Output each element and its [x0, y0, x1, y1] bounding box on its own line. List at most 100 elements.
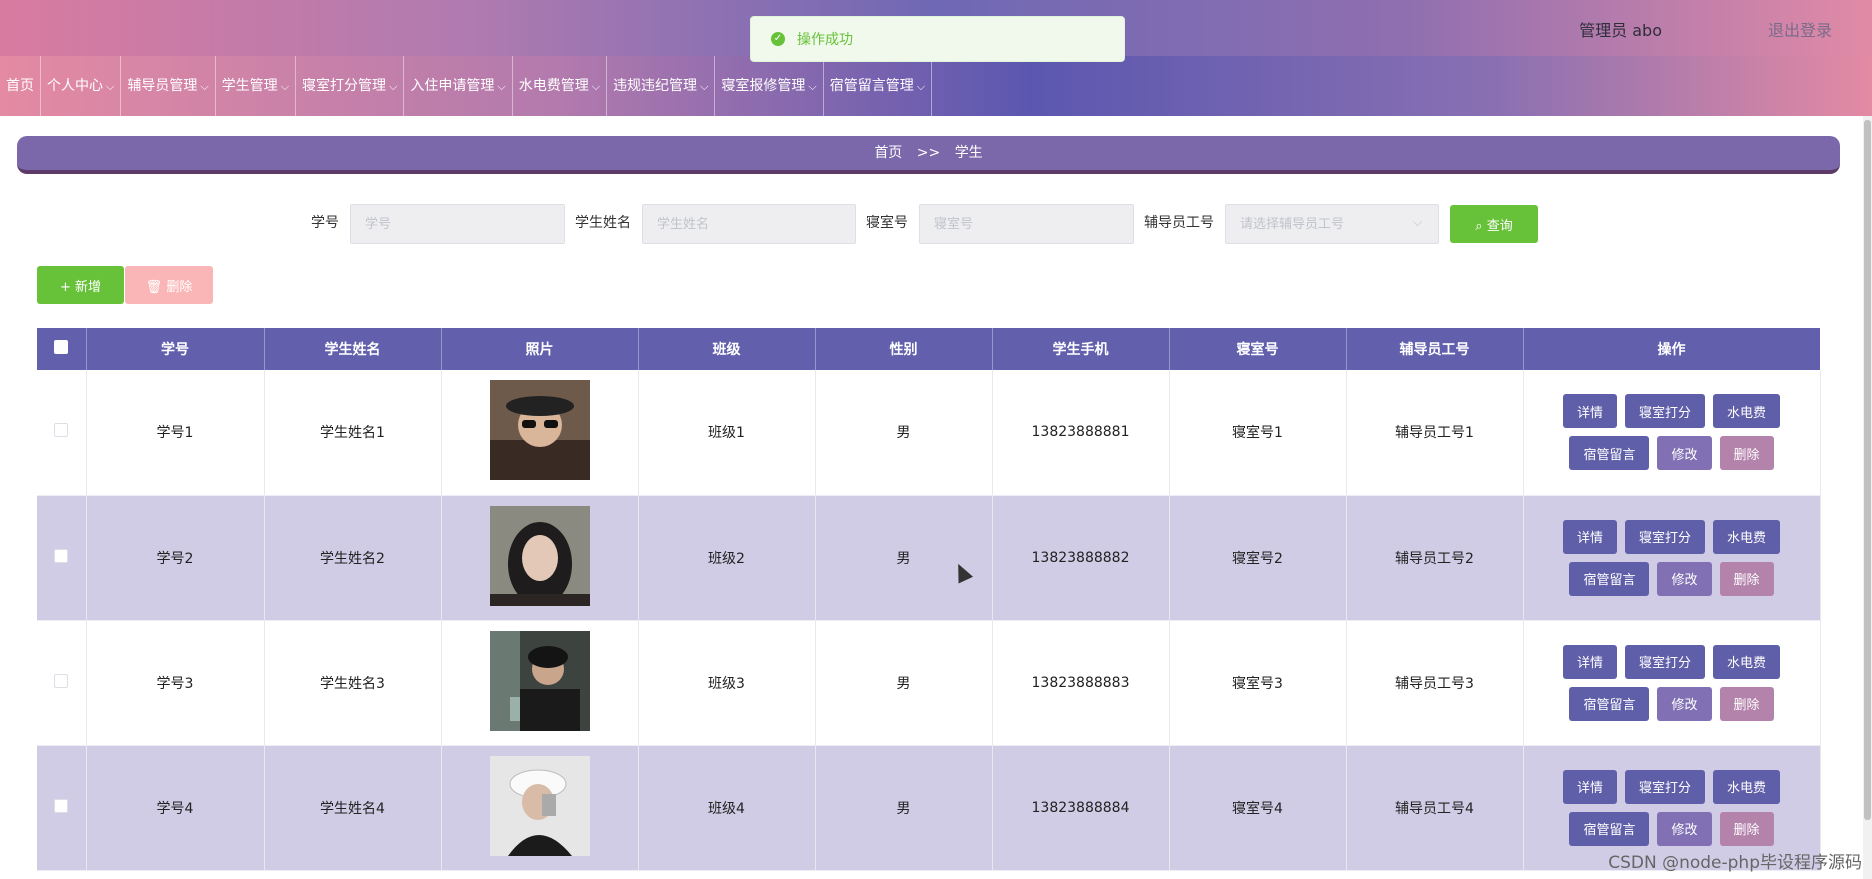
chevron-down-icon: ⌵ [916, 80, 926, 93]
edit-button[interactable]: 修改 [1657, 811, 1712, 846]
chevron-down-icon: ⌵ [1413, 215, 1423, 229]
edit-button[interactable]: 修改 [1657, 436, 1712, 471]
batch-delete-button[interactable]: 🗑 删除 [125, 266, 213, 304]
delete-button[interactable]: 删除 [1719, 561, 1774, 596]
student-name-input[interactable] [642, 204, 856, 244]
message-button[interactable]: 宿管留言 [1569, 561, 1650, 596]
room-score-button[interactable]: 寝室打分 [1624, 644, 1705, 679]
cell-counselor: 辅导员工号4 [1346, 745, 1524, 871]
cell-room: 寝室号3 [1169, 620, 1347, 746]
cell-student-name: 学生姓名1 [264, 370, 442, 496]
header-student-id[interactable]: 学号 [86, 328, 265, 370]
chevron-down-icon: ⌵ [700, 80, 709, 93]
room-input[interactable] [919, 204, 1134, 244]
scrollbar-thumb[interactable] [1864, 120, 1871, 820]
nav-item-message[interactable]: 宿管留言管理 ⌵ [824, 56, 933, 116]
message-button[interactable]: 宿管留言 [1569, 811, 1650, 846]
cell-phone: 13823888883 [992, 620, 1170, 746]
student-name-label: 学生姓名 [575, 215, 631, 231]
table-row: 学号4 学生姓名4 班级4 男 13823888884 寝室号4 辅导员工号4 … [37, 745, 1821, 871]
nav-item-violation[interactable]: 违规违纪管理 ⌵ [607, 56, 716, 116]
edit-button[interactable]: 修改 [1657, 561, 1712, 596]
table-row: 学号2 学生姓名2 班级2 男 13823888882 寝室号2 辅导员工号2 … [37, 495, 1821, 621]
table-row: 学号3 学生姓名3 班级3 男 13823888883 寝室号3 辅导员工号3 … [37, 620, 1821, 746]
select-all-header[interactable] [37, 328, 87, 370]
nav-item-counselor[interactable]: 辅导员管理 ⌵ [121, 56, 216, 116]
row-checkbox[interactable] [54, 548, 69, 563]
utility-button[interactable]: 水电费 [1713, 769, 1781, 804]
student-id-input[interactable] [350, 204, 565, 244]
cell-class: 班级2 [638, 495, 816, 621]
row-actions: 详情 寝室打分 水电费 宿管留言 修改 删除 [1524, 394, 1820, 471]
cell-student-id: 学号1 [86, 370, 265, 496]
utility-button[interactable]: 水电费 [1713, 644, 1781, 679]
student-photo[interactable] [489, 505, 590, 606]
utility-button[interactable]: 水电费 [1713, 394, 1781, 429]
utility-button[interactable]: 水电费 [1713, 519, 1781, 554]
row-actions: 详情 寝室打分 水电费 宿管留言 修改 删除 [1524, 769, 1820, 846]
cell-room: 寝室号1 [1169, 370, 1347, 496]
cell-student-id: 学号2 [86, 495, 265, 621]
delete-button[interactable]: 删除 [1719, 811, 1774, 846]
row-checkbox[interactable] [54, 673, 69, 688]
detail-button[interactable]: 详情 [1562, 644, 1617, 679]
query-button[interactable]: ⌕ 查询 [1450, 205, 1538, 243]
student-photo[interactable] [489, 630, 590, 731]
row-actions: 详情 寝室打分 水电费 宿管留言 修改 删除 [1524, 519, 1820, 596]
breadcrumb-current: 学生 [954, 145, 983, 161]
detail-button[interactable]: 详情 [1562, 769, 1617, 804]
room-score-button[interactable]: 寝室打分 [1624, 519, 1705, 554]
message-button[interactable]: 宿管留言 [1569, 686, 1650, 721]
success-toast: ✓ 操作成功 [750, 16, 1125, 62]
delete-button[interactable]: 删除 [1719, 686, 1774, 721]
nav-item-home[interactable]: 首页 [0, 56, 41, 116]
nav-item-repair[interactable]: 寝室报修管理 ⌵ [715, 56, 824, 116]
select-all-checkbox[interactable] [54, 340, 69, 354]
row-checkbox[interactable] [54, 423, 69, 438]
breadcrumb-separator: >> [916, 145, 941, 161]
nav-item-checkin[interactable]: 入住申请管理 ⌵ [404, 56, 513, 116]
message-button[interactable]: 宿管留言 [1569, 436, 1650, 471]
plus-icon: + [59, 279, 75, 295]
breadcrumb: 首页 >> 学生 [17, 136, 1840, 174]
cell-class: 班级4 [638, 745, 816, 871]
room-label: 寝室号 [866, 215, 908, 231]
header-gender[interactable]: 性别 [815, 328, 993, 370]
row-checkbox[interactable] [54, 798, 69, 813]
cell-student-name: 学生姓名4 [264, 745, 442, 871]
logout-link[interactable]: 退出登录 [1768, 17, 1832, 41]
nav-item-utility[interactable]: 水电费管理 ⌵ [513, 56, 608, 116]
main-nav: 首页 个人中心 ⌵ 辅导员管理 ⌵ 学生管理 ⌵ 寝室打分管理 ⌵ 入住申请管理 ⌵ 水电… [0, 56, 1872, 116]
header-room[interactable]: 寝室号 [1169, 328, 1347, 370]
search-icon: ⌕ [1475, 218, 1487, 234]
cell-phone: 13823888884 [992, 745, 1170, 871]
header-photo: 照片 [441, 328, 639, 370]
delete-button[interactable]: 删除 [1719, 436, 1774, 471]
counselor-select[interactable] [1225, 204, 1439, 244]
student-photo[interactable] [489, 380, 590, 481]
detail-button[interactable]: 详情 [1562, 394, 1617, 429]
edit-button[interactable]: 修改 [1657, 686, 1712, 721]
header-phone[interactable]: 学生手机 [992, 328, 1170, 370]
header-student-name[interactable]: 学生姓名 [264, 328, 442, 370]
header-counselor[interactable]: 辅导员工号 [1346, 328, 1524, 370]
cell-phone: 13823888881 [992, 370, 1170, 496]
add-button[interactable]: + 新增 [37, 266, 124, 304]
cell-class: 班级3 [638, 620, 816, 746]
breadcrumb-home[interactable]: 首页 [874, 145, 902, 161]
toast-message: 操作成功 [797, 32, 853, 48]
nav-item-student[interactable]: 学生管理 ⌵ [216, 56, 297, 116]
nav-item-room-score[interactable]: 寝室打分管理 ⌵ [296, 56, 405, 116]
student-photo[interactable] [489, 755, 590, 856]
cell-counselor: 辅导员工号2 [1346, 495, 1524, 621]
detail-button[interactable]: 详情 [1562, 519, 1617, 554]
nav-item-profile[interactable]: 个人中心 ⌵ [41, 56, 122, 116]
student-id-label: 学号 [311, 215, 339, 231]
header-class[interactable]: 班级 [638, 328, 816, 370]
row-actions: 详情 寝室打分 水电费 宿管留言 修改 删除 [1524, 644, 1820, 721]
room-score-button[interactable]: 寝室打分 [1624, 394, 1705, 429]
room-score-button[interactable]: 寝室打分 [1624, 769, 1705, 804]
watermark: CSDN @node-php毕设程序源码 [1608, 853, 1862, 873]
cell-gender: 男 [815, 495, 993, 621]
chevron-down-icon: ⌵ [808, 80, 817, 93]
